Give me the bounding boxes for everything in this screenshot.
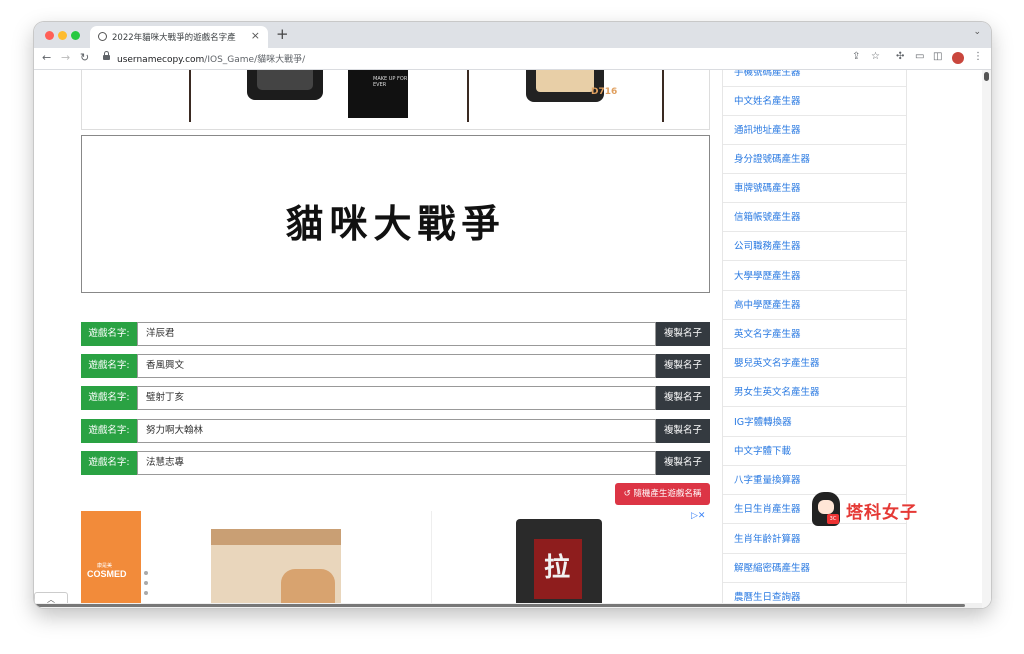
- name-row: 遊戲名字: 璧射丁亥 複製名子: [81, 386, 710, 410]
- horizontal-scroll-thumb[interactable]: [35, 604, 965, 607]
- cosmed-cn-label: 康是美: [97, 563, 113, 569]
- forward-arrow-icon[interactable]: →: [61, 51, 70, 64]
- tab-search-chevron-icon[interactable]: ⌄: [973, 27, 981, 37]
- name-value-field[interactable]: 洋辰君: [137, 322, 656, 346]
- sidebar-item[interactable]: 手機號碼產生器: [723, 70, 906, 87]
- brush-handle: [662, 70, 664, 122]
- name-label: 遊戲名字:: [81, 386, 137, 410]
- side-panel-icon[interactable]: ◫: [933, 51, 942, 62]
- name-label: 遊戲名字:: [81, 354, 137, 378]
- noodle-package-image[interactable]: 拉: [516, 519, 602, 608]
- copy-name-button[interactable]: 複製名子: [656, 451, 710, 475]
- cosmed-banner[interactable]: 康是美 COSMED: [81, 511, 141, 608]
- maximize-window-button[interactable]: [71, 31, 80, 40]
- extensions-puzzle-icon[interactable]: ✣: [896, 51, 904, 62]
- new-tab-button[interactable]: +: [276, 25, 289, 43]
- sidebar-item[interactable]: 嬰兒英文名字產生器: [723, 349, 906, 378]
- noodle-logo-char: 拉: [544, 553, 571, 583]
- name-row: 遊戲名字: 法慧志專 複製名子: [81, 451, 710, 475]
- close-window-button[interactable]: [45, 31, 54, 40]
- name-label: 遊戲名字:: [81, 419, 137, 443]
- back-arrow-icon[interactable]: ←: [42, 51, 51, 64]
- pouch-label: MAKE UP FOR EVER: [373, 76, 408, 88]
- brush-handle: [467, 70, 469, 122]
- copy-name-button[interactable]: 複製名子: [656, 354, 710, 378]
- vertical-scrollbar[interactable]: [982, 70, 991, 608]
- brush-handle: [189, 70, 191, 122]
- mascot-girl-icon: 3C: [812, 492, 840, 526]
- copy-name-button[interactable]: 複製名子: [656, 322, 710, 346]
- name-value-field[interactable]: 法慧志專: [137, 451, 656, 475]
- game-title: 貓咪大戰爭: [285, 201, 506, 246]
- name-row: 遊戲名字: 香風興文 複製名子: [81, 354, 710, 378]
- watermark-badge: 3C: [827, 514, 839, 524]
- sidebar-item[interactable]: 中文姓名產生器: [723, 87, 906, 116]
- globe-icon: [98, 32, 107, 41]
- name-label: 遊戲名字:: [81, 451, 137, 475]
- minimize-window-button[interactable]: [58, 31, 67, 40]
- sidebar-item[interactable]: 身分證號碼產生器: [723, 145, 906, 174]
- name-value-field[interactable]: 香風興文: [137, 354, 656, 378]
- menu-kebab-icon[interactable]: ⋮: [973, 51, 983, 62]
- copy-name-button[interactable]: 複製名子: [656, 386, 710, 410]
- browser-toolbar: ← → ↻ usernamecopy.com/IOS_Game/貓咪大戰爭/ ⇪…: [34, 48, 991, 70]
- pouch-image: MAKE UP FOR EVER: [348, 70, 408, 118]
- bookmark-star-icon[interactable]: ☆: [871, 51, 880, 62]
- sidebar-item[interactable]: 解壓縮密碼產生器: [723, 554, 906, 583]
- share-icon[interactable]: ⇪: [852, 51, 860, 62]
- sidebar-item[interactable]: 大學學歷產生器: [723, 262, 906, 291]
- horizontal-scrollbar[interactable]: [34, 603, 982, 608]
- title-bar: 2022年貓咪大戰爭的遊戲名字產 × + ⌄: [34, 22, 991, 48]
- screen: 2022年貓咪大戰爭的遊戲名字產 × + ⌄ ← → ↻ usernamecop…: [0, 0, 1024, 654]
- name-value-field[interactable]: 璧射丁亥: [137, 386, 656, 410]
- tab-close-icon[interactable]: ×: [251, 29, 260, 42]
- sidebar-item[interactable]: 通訊地址產生器: [723, 116, 906, 145]
- sidebar-item[interactable]: 信箱帳號產生器: [723, 203, 906, 232]
- url-path: /IOS_Game/貓咪大戰爭/: [204, 55, 306, 65]
- top-advertisement[interactable]: MAKE UP FOR EVER D716: [81, 70, 710, 130]
- random-generate-button[interactable]: ↺ 隨機產生遊戲名稱: [615, 483, 710, 505]
- sidebar-item[interactable]: 中文字體下載: [723, 437, 906, 466]
- copy-name-button[interactable]: 複製名子: [656, 419, 710, 443]
- ad-divider: [431, 511, 432, 608]
- cosmed-logo: COSMED: [87, 569, 127, 579]
- watermark-text: 塔科女子: [846, 503, 918, 523]
- lock-icon[interactable]: [103, 51, 110, 62]
- name-value-field[interactable]: 努力啊大翰林: [137, 419, 656, 443]
- ad-choices-close-icon[interactable]: ▷✕: [691, 511, 705, 521]
- url-domain: usernamecopy.com: [117, 55, 205, 65]
- profile-avatar[interactable]: [952, 52, 964, 64]
- carousel-dots[interactable]: [144, 571, 148, 601]
- reload-icon[interactable]: ↻: [80, 51, 89, 64]
- watermark-logo: 3C 塔科女子: [808, 490, 958, 532]
- sidebar-item[interactable]: 英文名字產生器: [723, 320, 906, 349]
- cosmetic-case-image: [247, 70, 323, 100]
- compact-image: [526, 70, 604, 102]
- product-code: D716: [591, 87, 618, 97]
- bottom-advertisement[interactable]: 康是美 COSMED 拉 ▷✕: [81, 511, 710, 608]
- name-row: 遊戲名字: 洋辰君 複製名子: [81, 322, 710, 346]
- name-label: 遊戲名字:: [81, 322, 137, 346]
- vertical-scroll-thumb[interactable]: [984, 72, 989, 81]
- sidebar-item[interactable]: 車牌號碼產生器: [723, 174, 906, 203]
- sidebar-item[interactable]: 公司職務產生器: [723, 232, 906, 261]
- cast-icon[interactable]: ▭: [915, 51, 924, 62]
- sidebar-item[interactable]: IG字體轉換器: [723, 408, 906, 437]
- sidebar-item[interactable]: 男女生英文名產生器: [723, 378, 906, 407]
- browser-tab[interactable]: 2022年貓咪大戰爭的遊戲名字產 ×: [90, 26, 268, 48]
- name-row: 遊戲名字: 努力啊大翰林 複製名子: [81, 419, 710, 443]
- tab-title: 2022年貓咪大戰爭的遊戲名字產: [112, 33, 236, 43]
- sidebar-item[interactable]: 高中學歷產生器: [723, 291, 906, 320]
- game-title-banner: 貓咪大戰爭: [81, 135, 710, 293]
- mask-box-image[interactable]: [211, 529, 341, 608]
- address-bar[interactable]: usernamecopy.com/IOS_Game/貓咪大戰爭/: [117, 52, 305, 65]
